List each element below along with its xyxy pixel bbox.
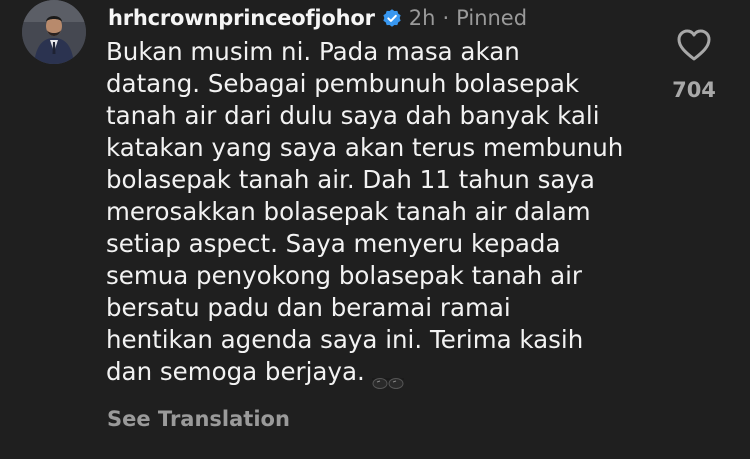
like-control: 704 bbox=[662, 28, 726, 108]
separator-dot: · bbox=[442, 6, 450, 30]
heart-outline-icon[interactable] bbox=[676, 28, 712, 62]
comment-text-block: Bukan musim ni. Pada masa akan datang. S… bbox=[106, 36, 666, 389]
verified-badge-icon bbox=[381, 7, 403, 29]
comment-item: hrhcrownprinceofjohor 2h · Pinned Bukan … bbox=[0, 0, 750, 459]
see-translation-link[interactable]: See Translation bbox=[107, 407, 290, 431]
username[interactable]: hrhcrownprinceofjohor bbox=[108, 6, 375, 30]
comment-header: hrhcrownprinceofjohor 2h · Pinned bbox=[108, 3, 527, 33]
like-count: 704 bbox=[672, 78, 716, 102]
timestamp: 2h bbox=[408, 6, 436, 30]
pinned-label: Pinned bbox=[456, 6, 528, 30]
comment-text: Bukan musim ni. Pada masa akan datang. S… bbox=[106, 37, 624, 386]
sunglasses-emoji-icon bbox=[371, 366, 405, 389]
avatar[interactable] bbox=[22, 0, 86, 64]
